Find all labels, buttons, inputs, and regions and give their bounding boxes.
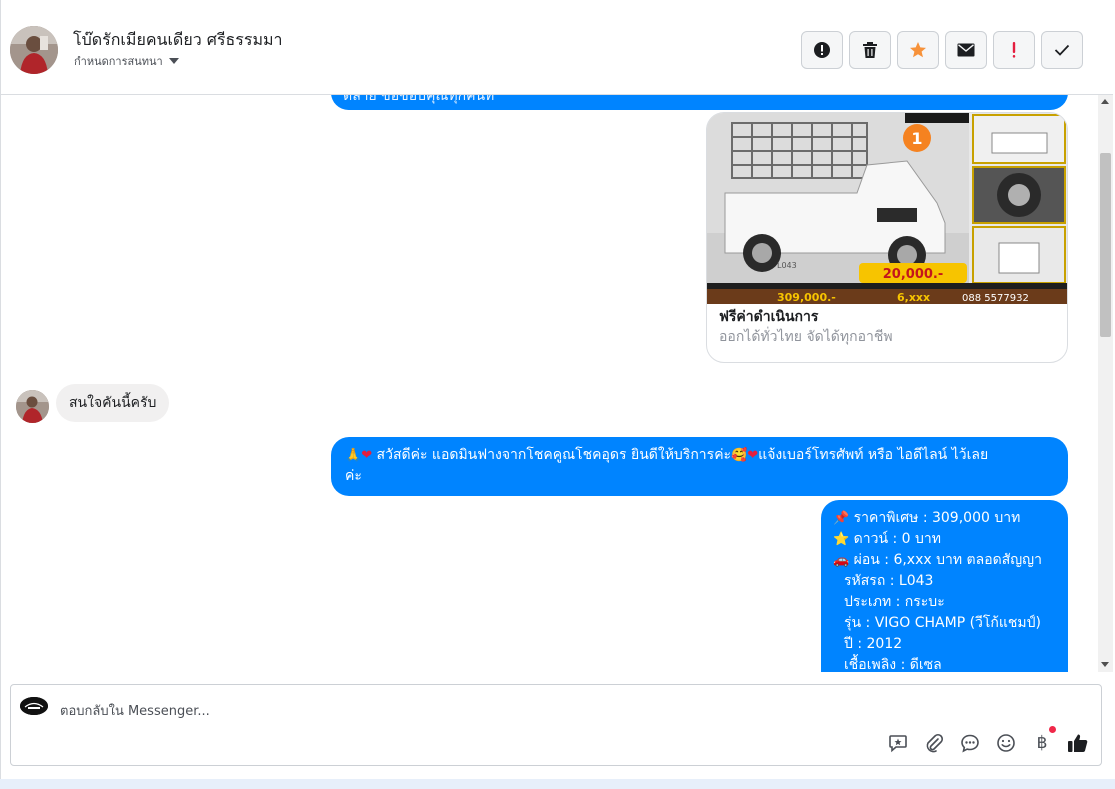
conversation-options-label: กำหนดการสนทนา (74, 55, 163, 68)
composer-actions: ฿ (887, 726, 1089, 754)
chat-bubble-button[interactable] (959, 732, 981, 754)
contact-name[interactable]: โบ๊ดรักเมียคนเดียว ศรีธรรมมา (73, 28, 283, 53)
scroll-thumb[interactable] (1100, 153, 1111, 337)
chat-bubble-icon (961, 734, 979, 753)
heart-icon: ❤ (361, 448, 373, 463)
pray-icon: 🙏 (345, 448, 362, 463)
scroll-down-arrow-icon[interactable] (1101, 662, 1109, 667)
detail-price: ราคาพิเศษ : 309,000 บาท (853, 510, 1021, 526)
page-bottom-strip (0, 779, 1115, 789)
attachment-icon (926, 733, 944, 753)
spam-button[interactable] (993, 31, 1035, 69)
svg-text:1: 1 (911, 129, 922, 148)
page-avatar (20, 697, 48, 715)
detail-fuel: เชื้อเพลิง : ดีเซล (844, 657, 942, 672)
car-icon: 🚗 (833, 553, 850, 568)
baht-icon: ฿ (1036, 733, 1048, 753)
conversation-options[interactable]: กำหนดการสนทนา (74, 52, 179, 70)
greeting-line-1: 🙏❤ สวัสดีค่ะ แอดมินฟางจากโชคคูณโชคอุดร ย… (345, 445, 1054, 466)
greeting-line-2: ค่ะ (345, 468, 362, 484)
saved-reply-icon (889, 735, 907, 753)
ad-code: L043 (777, 261, 797, 270)
detail-model: รุ่น : VIGO CHAMP (วีโก้แชมป์) (844, 615, 1042, 631)
greeting-text: สวัสดีค่ะ แอดมินฟางจากโชคคูณโชคอุดร ยินด… (376, 447, 732, 463)
check-icon (1054, 44, 1070, 56)
card-title: ฟรีค่าดำเนินการ (719, 309, 819, 325)
emoji-button[interactable] (995, 732, 1017, 754)
report-button[interactable] (801, 31, 843, 69)
like-button[interactable] (1067, 732, 1089, 754)
notification-dot (1049, 726, 1056, 733)
star-icon (910, 42, 926, 58)
outgoing-message: ตลาย ขอขอบคุณทุกคนท (331, 95, 1068, 110)
greeting-text-cont: แจ้งเบอร์โทรศัพท์ หรือ ไอดีไลน์ ไว้เลย (758, 447, 989, 463)
detail-down-row: ⭐ ดาวน์ : 0 บาท (833, 529, 1056, 550)
exclamation-icon (1012, 42, 1016, 58)
card-subtitle: ออกได้ทั่วไทย จัดได้ทุกอาชีพ (719, 329, 893, 345)
star-button[interactable] (897, 31, 939, 69)
message-composer[interactable]: ตอบกลับใน Messenger... ฿ (10, 684, 1102, 766)
ad-phone: 088 5577932 (962, 293, 1029, 304)
sender-avatar (16, 390, 49, 423)
detail-code: รหัสรถ : L043 (844, 573, 934, 589)
ad-installment: 6,xxx (897, 291, 930, 304)
alert-circle-icon (814, 42, 830, 58)
conversation-header: โบ๊ดรักเมียคนเดียว ศรีธรรมมา กำหนดการสนท… (0, 6, 1113, 95)
incoming-message: สนใจคันนี้ครับ (56, 384, 170, 422)
like-icon (1068, 734, 1088, 752)
star-icon: ⭐ (833, 532, 850, 547)
envelope-icon (957, 43, 975, 57)
outgoing-message-text: ตลาย ขอขอบคุณทุกคนท (343, 95, 495, 104)
ad-price: 309,000.- (777, 291, 836, 304)
mark-unread-button[interactable] (945, 31, 987, 69)
attachment-button[interactable] (923, 732, 945, 754)
detail-price-row: 📌 ราคาพิเศษ : 309,000 บาท (833, 508, 1056, 529)
header-toolbar (801, 31, 1083, 69)
badge-price: 20,000.- (883, 267, 944, 282)
detail-down: ดาวน์ : 0 บาท (853, 531, 941, 547)
reply-input[interactable]: ตอบกลับใน Messenger... (60, 700, 210, 721)
smiling-face-hearts-icon: 🥰 (731, 448, 748, 463)
payment-button[interactable]: ฿ (1031, 726, 1056, 754)
thread-scrollbar[interactable] (1098, 95, 1113, 672)
contact-avatar[interactable] (10, 26, 58, 74)
pushpin-icon: 📌 (833, 511, 850, 526)
trash-icon (863, 42, 877, 58)
delete-button[interactable] (849, 31, 891, 69)
saved-reply-button[interactable] (887, 732, 909, 754)
detail-type: ประเภท : กระบะ (844, 594, 945, 610)
caret-down-icon (168, 58, 179, 64)
detail-installment: ผ่อน : 6,xxx บาท ตลอดสัญญา (853, 552, 1042, 568)
messenger-window: โบ๊ดรักเมียคนเดียว ศรีธรรมมา กำหนดการสนท… (0, 0, 1115, 789)
detail-installment-row: 🚗 ผ่อน : 6,xxx บาท ตลอดสัญญา (833, 550, 1056, 571)
scroll-up-arrow-icon[interactable] (1101, 99, 1109, 104)
car-ad-image[interactable]: 1 20,000.- 309,000.- 6,xxx 088 5577932 L… (707, 113, 1067, 304)
message-thread[interactable]: ตลาย ขอขอบคุณทุกคนท 1 20,000.- 309,000.-… (1, 95, 1098, 672)
outgoing-greeting-message: 🙏❤ สวัสดีค่ะ แอดมินฟางจากโชคคูณโชคอุดร ย… (331, 437, 1068, 496)
done-button[interactable] (1041, 31, 1083, 69)
heart-icon: ❤ (747, 448, 759, 463)
ad-card[interactable]: 1 20,000.- 309,000.- 6,xxx 088 5577932 L… (706, 112, 1068, 363)
detail-year: ปี : 2012 (844, 636, 903, 652)
outgoing-details-message: 📌 ราคาพิเศษ : 309,000 บาท ⭐ ดาวน์ : 0 บา… (821, 500, 1068, 672)
emoji-icon (997, 734, 1015, 752)
